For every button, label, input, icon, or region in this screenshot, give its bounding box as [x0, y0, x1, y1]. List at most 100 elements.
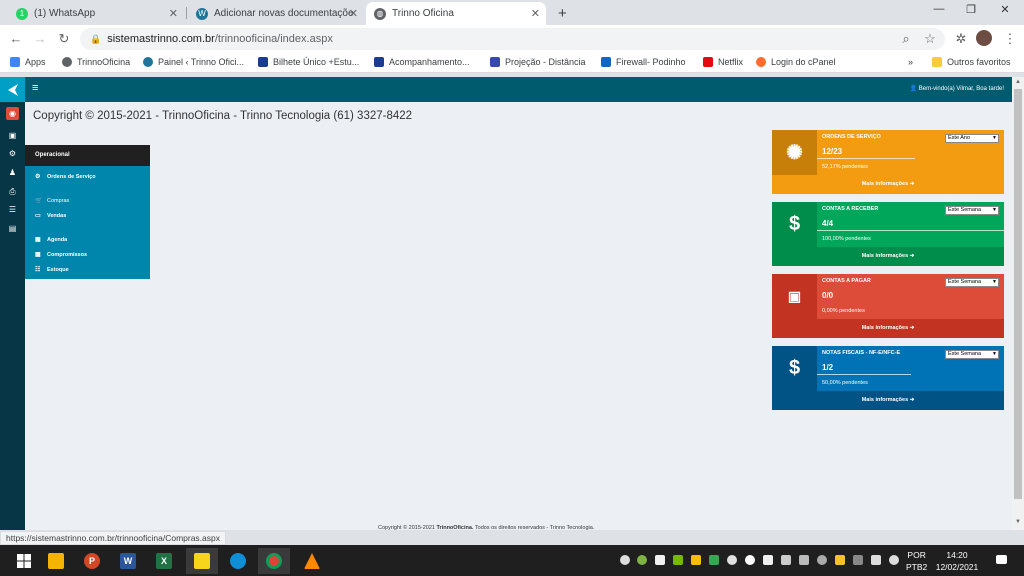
scrollbar-thumb[interactable] — [1014, 89, 1022, 499]
gears-icon[interactable]: ⚙ — [6, 147, 19, 160]
more-info-link[interactable]: Mais informações ➔ — [772, 319, 1004, 338]
scroll-down-icon[interactable]: ▼ — [1015, 519, 1021, 525]
more-info-link[interactable]: Mais informações ➔ — [772, 175, 1004, 194]
vlc-icon[interactable] — [296, 548, 328, 574]
tray-app-icon[interactable] — [637, 555, 647, 565]
calendar-check-icon: ▦ — [35, 252, 41, 258]
network-icon[interactable] — [871, 555, 881, 565]
menu-item-compras[interactable]: 🛒 Compras — [35, 197, 69, 205]
chevron-down-icon: ▼ — [992, 207, 997, 213]
menu-dots-icon[interactable]: ⋮ — [1002, 31, 1018, 47]
system-clock[interactable]: 14:20 12/02/2021 — [932, 549, 982, 573]
avatar[interactable] — [976, 30, 992, 46]
tab-separator — [186, 7, 187, 19]
widget-contas-pagar: ▣ CONTAS A PAGAR Este Semana ▼ 0/0 0,00% … — [772, 274, 1004, 338]
print-icon[interactable]: ⎙ — [6, 185, 19, 198]
close-icon[interactable]: ✕ — [349, 7, 358, 20]
tray-app-icon[interactable] — [709, 555, 719, 565]
app-topbar: ≡ 👤 Bem-vindo(a) Vilmar, Boa tarde! — [0, 77, 1012, 102]
browser-tab-strip: 1 (1) WhatsApp ✕ W Adicionar novas docum… — [0, 0, 1024, 25]
bookmark-bilhete-unico[interactable]: Bilhete Único +Estu... — [258, 57, 359, 67]
bookmark-cpanel[interactable]: Login do cPanel — [756, 57, 836, 67]
tray-app-icon[interactable] — [655, 555, 665, 565]
chrome-icon[interactable] — [258, 548, 290, 574]
tray-app-icon[interactable] — [817, 555, 827, 565]
excel-icon[interactable]: X — [148, 548, 180, 574]
star-icon[interactable]: ☆ — [922, 31, 938, 47]
new-tab-button[interactable]: + — [550, 2, 570, 25]
back-icon[interactable]: ← — [8, 31, 24, 46]
google-drive-icon[interactable] — [691, 555, 701, 565]
widget-percent: 50,00% pendentes — [822, 380, 868, 386]
list-icon[interactable]: ☰ — [6, 203, 19, 216]
close-icon[interactable]: ✕ — [169, 7, 178, 20]
restore-icon[interactable]: ❐ — [956, 3, 986, 16]
wordpress-icon: W — [196, 7, 208, 20]
tab-trinno-oficina[interactable]: ◍ Trinno Oficina ✕ — [366, 2, 546, 25]
tray-app-icon[interactable] — [799, 555, 809, 565]
period-select[interactable]: Este Semana ▼ — [945, 350, 999, 359]
cpanel-icon — [756, 57, 766, 67]
tray-app-icon[interactable] — [781, 555, 791, 565]
vertical-scrollbar[interactable]: ▲ ▼ — [1012, 77, 1024, 530]
bookmark-other-favorites[interactable]: Outros favoritos — [932, 57, 1011, 67]
tray-app-icon[interactable] — [727, 555, 737, 565]
bookmark-netflix[interactable]: Netflix — [703, 57, 743, 67]
extensions-icon[interactable]: ✲ — [953, 31, 969, 47]
address-bar[interactable]: 🔒 sistemastrinno.com.br/trinnooficina/in… — [80, 28, 945, 50]
word-icon[interactable]: W — [112, 548, 144, 574]
file-explorer-icon[interactable] — [40, 548, 72, 574]
period-select[interactable]: Este Semana ▼ — [945, 206, 999, 215]
bookmark-acompanhamento[interactable]: Acompanhamento... — [374, 57, 470, 67]
nvidia-icon[interactable] — [673, 555, 683, 565]
target-icon[interactable]: ◉ — [6, 107, 19, 120]
powerpoint-icon[interactable]: P — [76, 548, 108, 574]
notifications-icon[interactable] — [996, 555, 1007, 564]
scroll-up-icon[interactable]: ▲ — [1015, 79, 1021, 85]
bookmark-firewall[interactable]: Firewall- Podinho — [601, 57, 686, 67]
tab-wordpress[interactable]: W Adicionar novas documentações ✕ — [188, 2, 364, 25]
hamburger-icon[interactable]: ≡ — [32, 82, 38, 94]
zoom-icon[interactable]: ⌕ — [898, 31, 914, 47]
menu-item-estoque[interactable]: ☷ Estoque — [35, 266, 69, 274]
windows-start-icon[interactable] — [8, 548, 40, 574]
more-info-link[interactable]: Mais informações ➔ — [772, 391, 1004, 410]
more-info-link[interactable]: Mais informações ➔ — [772, 247, 1004, 266]
sticky-notes-icon[interactable] — [186, 548, 218, 574]
receipt-icon[interactable]: ▤ — [6, 222, 19, 235]
tray-app-icon[interactable] — [835, 555, 845, 565]
period-select[interactable]: Este Ano ▼ — [945, 134, 999, 143]
onedrive-icon[interactable] — [745, 555, 755, 565]
tray-app-icon[interactable] — [620, 555, 630, 565]
folder-icon — [932, 57, 942, 67]
reload-icon[interactable]: ↻ — [56, 31, 72, 47]
close-window-icon[interactable]: ✕ — [990, 3, 1020, 16]
period-select[interactable]: Este Semana ▼ — [945, 278, 999, 287]
globe-icon: ◍ — [374, 7, 386, 20]
bookmark-projecao[interactable]: Projeção - Distância — [490, 57, 586, 67]
close-icon[interactable]: ✕ — [531, 7, 540, 20]
forward-icon[interactable]: → — [32, 31, 48, 46]
menu-item-ordens-servico[interactable]: ⚙ Ordens de Serviço — [35, 173, 96, 181]
edge-icon[interactable] — [222, 548, 254, 574]
menu-header: Operacional — [25, 145, 150, 166]
volume-icon[interactable] — [889, 555, 899, 565]
menu-item-compromissos[interactable]: ▦ Compromissos — [35, 251, 87, 259]
user-icon[interactable]: ♟ — [6, 166, 19, 179]
minimize-icon[interactable]: — — [924, 3, 954, 15]
language-indicator[interactable]: POR PTB2 — [906, 549, 927, 573]
bookmark-apps[interactable]: Apps — [10, 57, 46, 67]
welcome-text[interactable]: 👤 Bem-vindo(a) Vilmar, Boa tarde! — [910, 85, 1004, 92]
app-logo[interactable] — [0, 77, 25, 102]
gear-icon: ⚙ — [35, 174, 41, 180]
widget-body: NOTAS FISCAIS - NF-E/NFC-E Este Semana ▼ … — [817, 346, 1004, 391]
tray-app-icon[interactable] — [763, 555, 773, 565]
tab-whatsapp[interactable]: 1 (1) WhatsApp ✕ — [8, 2, 184, 25]
menu-item-agenda[interactable]: ▦ Agenda — [35, 236, 67, 244]
bookmark-painel[interactable]: Painel ‹ Trinno Ofici... — [143, 57, 244, 67]
menu-item-vendas[interactable]: ▭ Vendas — [35, 212, 66, 220]
tray-app-icon[interactable] — [853, 555, 863, 565]
document-icon[interactable]: ▣ — [6, 129, 19, 142]
bookmarks-more-button[interactable]: » — [908, 57, 913, 67]
bookmark-trinnooficina[interactable]: TrinnoOficina — [62, 57, 130, 67]
